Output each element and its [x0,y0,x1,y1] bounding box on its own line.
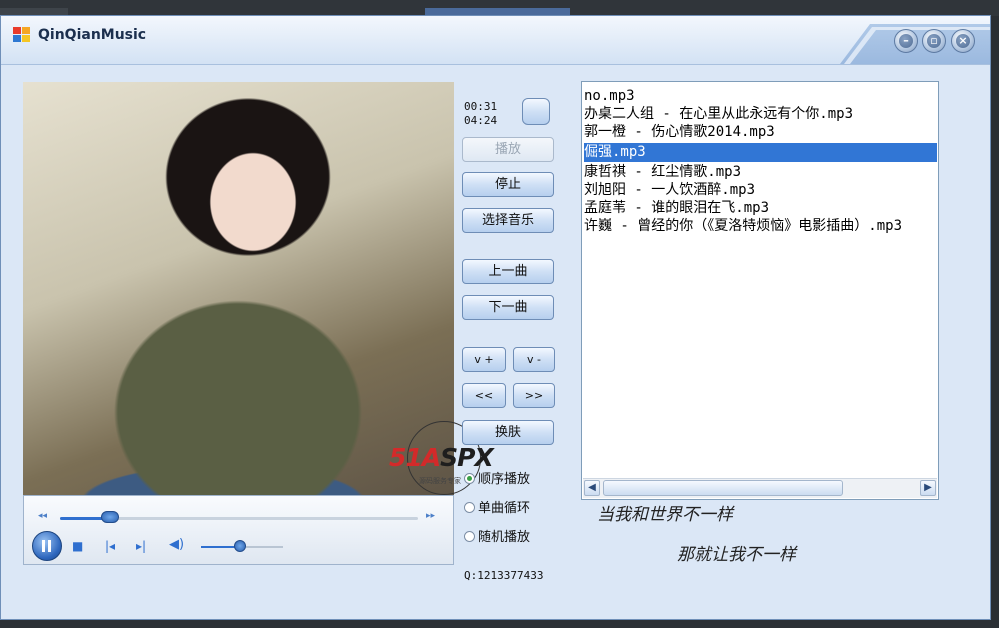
playlist-listbox[interactable]: no.mp3 办桌二人组 - 在心里从此永远有个你.mp3 郭一橙 - 伤心情歌… [581,81,939,500]
lyric-line-1: 当我和世界不一样 [597,505,733,525]
total-time: 04:24 [464,114,498,127]
stop-button[interactable]: 停止 [462,172,554,197]
list-item[interactable]: no.mp3 [584,87,937,106]
window-title: QinQianMusic [38,27,147,43]
list-item[interactable]: 孟庭苇 - 谁的眼泪在飞.mp3 [584,199,937,218]
previous-song-button[interactable]: 上一曲 [462,259,554,284]
radio-sequential[interactable]: 顺序播放 [464,471,530,489]
scroll-left-icon[interactable]: ◀ [584,480,600,496]
list-item-selected[interactable]: 倔强.mp3 [584,143,937,162]
stop-icon[interactable]: ■ [72,539,83,553]
seek-back-icon[interactable]: ◂◂ [38,511,47,521]
radio-dot [464,473,475,484]
title-bar: QinQianMusic – ▫ × [1,16,990,65]
list-item[interactable]: 办桌二人组 - 在心里从此永远有个你.mp3 [584,105,937,124]
fast-forward-button[interactable]: >> [513,383,555,408]
next-track-icon[interactable]: ▸| [136,539,146,553]
speaker-icon[interactable]: ◀) [169,538,184,552]
time-display: 00:31 04:24 [464,100,497,128]
app-window: QinQianMusic – ▫ × ◂◂ ▸▸ ■ |◂ ▸| ◀) 51AS… [0,15,991,620]
radio-dot [464,502,475,513]
list-item[interactable]: 康哲祺 - 红尘情歌.mp3 [584,163,937,182]
volume-thumb[interactable] [234,540,247,552]
current-time: 00:31 [464,100,498,113]
media-player-bar: ◂◂ ▸▸ ■ |◂ ▸| ◀) [23,495,454,565]
seek-thumb[interactable] [101,511,120,523]
close-button[interactable]: × [951,29,975,53]
list-item[interactable]: 郭一橙 - 伤心情歌2014.mp3 [584,123,937,142]
radio-dot [464,531,475,542]
pause-button[interactable] [32,531,62,561]
seek-forward-icon[interactable]: ▸▸ [426,511,435,521]
list-item[interactable]: 刘旭阳 - 一人饮酒醉.mp3 [584,181,937,200]
play-button[interactable]: 播放 [462,137,554,162]
taskbar-strip [0,0,999,16]
radio-label: 单曲循环 [478,501,531,516]
pause-icon [42,540,45,552]
list-item[interactable]: 许巍 - 曾经的你（《夏洛特烦恼》电影插曲）.mp3 [584,217,937,236]
taskbar-bottom [0,620,999,628]
previous-track-icon[interactable]: |◂ [105,539,115,553]
minimize-button[interactable]: – [894,29,918,53]
rewind-button[interactable]: << [462,383,506,408]
volume-up-button[interactable]: v + [462,347,506,372]
maximize-button[interactable]: ▫ [922,29,946,53]
scroll-thumb[interactable] [603,480,843,496]
radio-label: 随机播放 [478,530,531,545]
app-logo-icon [13,27,31,43]
small-toggle-button[interactable] [522,98,550,125]
radio-single-loop[interactable]: 单曲循环 [464,500,530,518]
qq-contact: Q:1213377433 [464,569,544,582]
next-song-button[interactable]: 下一曲 [462,295,554,320]
scroll-right-icon[interactable]: ▶ [920,480,936,496]
select-music-button[interactable]: 选择音乐 [462,208,554,233]
lyric-line-2: 那就让我不一样 [677,545,796,565]
horizontal-scrollbar[interactable]: ◀ ▶ [583,478,937,498]
radio-label: 顺序播放 [478,472,531,487]
change-skin-button[interactable]: 换肤 [462,420,554,445]
radio-shuffle[interactable]: 随机播放 [464,529,530,547]
volume-down-button[interactable]: v - [513,347,555,372]
